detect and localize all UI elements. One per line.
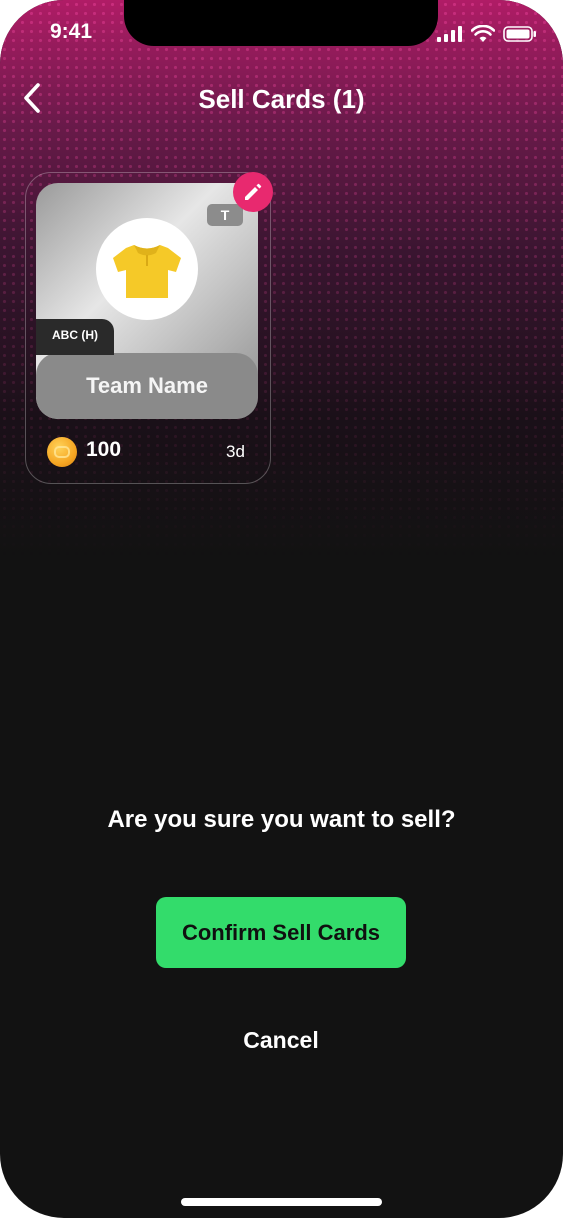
position-badge: T — [207, 204, 243, 226]
card-name-panel: Team Name — [36, 353, 258, 419]
jersey-badge — [96, 218, 198, 320]
confirm-sell-button[interactable]: Confirm Sell Cards — [156, 897, 406, 968]
team-name: Team Name — [86, 373, 208, 398]
phone-screen: 9:41 Sell Cards (1) T Team Name ABC (H) … — [0, 0, 563, 1218]
card-price: 100 — [86, 438, 122, 461]
confirm-question: Are you sure you want to sell? — [107, 806, 456, 833]
signal-icon — [437, 26, 462, 42]
player-card[interactable]: T Team Name ABC (H) — [36, 183, 258, 419]
page-title: Sell Cards (1) — [198, 84, 365, 114]
battery-icon — [503, 26, 536, 42]
home-indicator[interactable] — [181, 1198, 382, 1206]
status-icons — [437, 24, 537, 44]
jersey-icon — [113, 245, 181, 298]
listing-duration: 3d — [226, 442, 245, 461]
wifi-icon — [471, 25, 495, 42]
cancel-button[interactable]: Cancel — [206, 1022, 356, 1058]
device-notch — [124, 0, 438, 46]
match-tag: ABC (H) — [36, 319, 114, 355]
pencil-icon — [245, 183, 262, 200]
coin-icon — [47, 437, 77, 467]
status-time: 9:41 — [50, 20, 93, 43]
edit-button[interactable] — [233, 172, 273, 212]
